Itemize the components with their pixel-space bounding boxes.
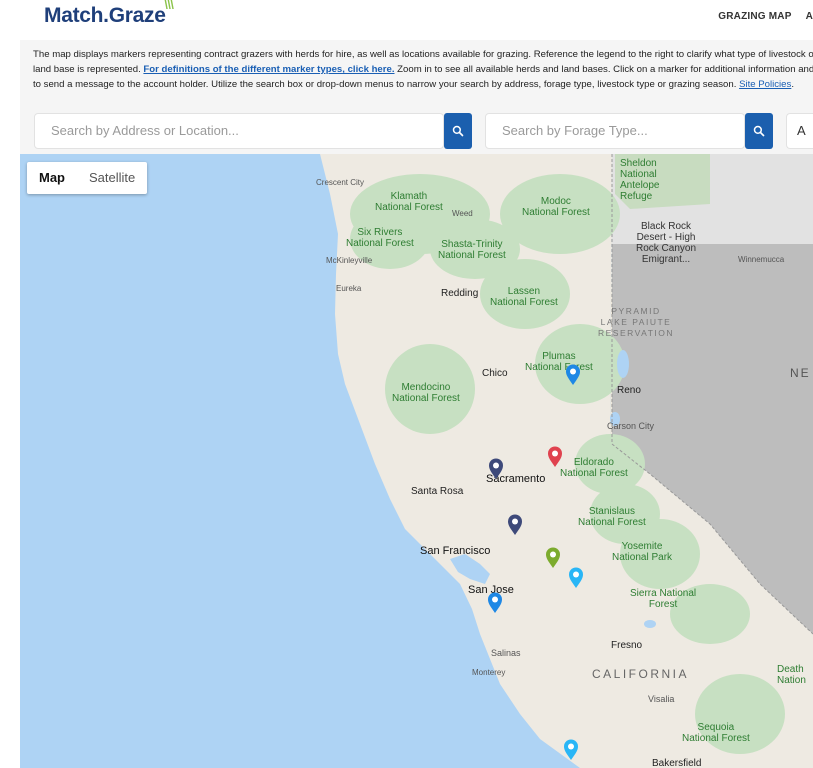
map-label: Black Rock Desert - High Rock Canyon Emi… bbox=[636, 221, 697, 265]
nav-item-partial[interactable]: A bbox=[806, 11, 813, 22]
map-label: Mendocino National Forest bbox=[392, 382, 460, 404]
map-type-satellite[interactable]: Satellite bbox=[77, 162, 147, 194]
map-label: Carson City bbox=[607, 421, 655, 431]
intro-text: The map displays markers representing co… bbox=[33, 49, 813, 90]
address-search-button[interactable] bbox=[444, 113, 472, 149]
address-search-input[interactable]: Search by Address or Location... bbox=[34, 113, 444, 149]
map-label: Death Nation bbox=[777, 664, 806, 686]
map-type-map[interactable]: Map bbox=[27, 162, 77, 194]
grazer-marker-icon[interactable] bbox=[565, 364, 581, 386]
grazer-marker-icon[interactable] bbox=[487, 592, 503, 614]
map-label: Klamath National Forest bbox=[375, 191, 443, 213]
map-label: San Francisco bbox=[420, 545, 491, 557]
forage-search-input[interactable]: Search by Forage Type... bbox=[485, 113, 745, 149]
map-label: Six Rivers National Forest bbox=[346, 227, 414, 249]
map-label: Redding bbox=[441, 288, 479, 299]
map-label: Shasta-Trinity National Forest bbox=[438, 239, 506, 261]
map-label: Lassen National Forest bbox=[490, 286, 558, 308]
grazer-marker-icon[interactable] bbox=[488, 458, 504, 480]
map-label: Santa Rosa bbox=[411, 486, 464, 497]
map-label: Monterey bbox=[472, 668, 506, 677]
grazing-map[interactable]: Map Satellite Crescent City Klamath Nati… bbox=[20, 154, 813, 768]
site-logo[interactable]: Match.Graze \\\ bbox=[44, 0, 174, 28]
land-marker-icon[interactable] bbox=[545, 547, 561, 569]
site-policies-link[interactable]: Site Policies bbox=[739, 79, 791, 90]
map-label: Sierra National Forest bbox=[630, 588, 697, 610]
forage-search-button[interactable] bbox=[745, 113, 773, 149]
map-label: Eldorado National Forest bbox=[560, 457, 628, 479]
map-label: PYRAMID LAKE PAIUTE RESERVATION bbox=[598, 306, 675, 338]
map-label: Weed bbox=[452, 209, 473, 218]
map-type-control: Map Satellite bbox=[27, 162, 148, 194]
map-label: Stanislaus National Forest bbox=[578, 506, 646, 528]
map-label: Fresno bbox=[611, 640, 643, 651]
livestock-type-select[interactable]: A bbox=[786, 113, 813, 149]
search-icon bbox=[753, 125, 765, 137]
logo-accent-icon: \\\ bbox=[164, 0, 174, 12]
map-label: Reno bbox=[617, 385, 641, 396]
map-label: CALIFORNIA bbox=[592, 667, 690, 681]
map-label: NE bbox=[790, 366, 811, 380]
grazer-marker-icon[interactable] bbox=[568, 567, 584, 589]
map-label: Salinas bbox=[491, 648, 521, 658]
site-header: Match.Graze \\\ GRAZING MAP A bbox=[0, 0, 813, 36]
intro-panel: The map displays markers representing co… bbox=[20, 40, 813, 154]
grazer-marker-icon[interactable] bbox=[507, 514, 523, 536]
nav-grazing-map[interactable]: GRAZING MAP bbox=[718, 11, 791, 22]
map-label: Yosemite National Park bbox=[612, 541, 673, 563]
map-label: Winnemucca bbox=[738, 255, 785, 264]
map-label: Modoc National Forest bbox=[522, 196, 590, 218]
map-label: Chico bbox=[482, 368, 508, 379]
map-label: Visalia bbox=[648, 694, 675, 704]
map-label: Bakersfield bbox=[652, 758, 702, 768]
logo-text: Match.Graze bbox=[44, 4, 166, 27]
map-label: Sheldon National Antelope Refuge bbox=[620, 158, 660, 202]
map-label: Eureka bbox=[336, 284, 362, 293]
main-nav: GRAZING MAP A bbox=[718, 11, 813, 22]
search-icon bbox=[452, 125, 464, 137]
map-label: Sequoia National Forest bbox=[682, 722, 750, 744]
map-label: McKinleyville bbox=[326, 256, 373, 265]
land-marker-icon[interactable] bbox=[547, 446, 563, 468]
map-label: Crescent City bbox=[316, 178, 365, 187]
marker-definitions-link[interactable]: For definitions of the different marker … bbox=[143, 64, 394, 75]
grazer-marker-icon[interactable] bbox=[563, 739, 579, 761]
map-label: Plumas National Forest bbox=[525, 351, 593, 373]
